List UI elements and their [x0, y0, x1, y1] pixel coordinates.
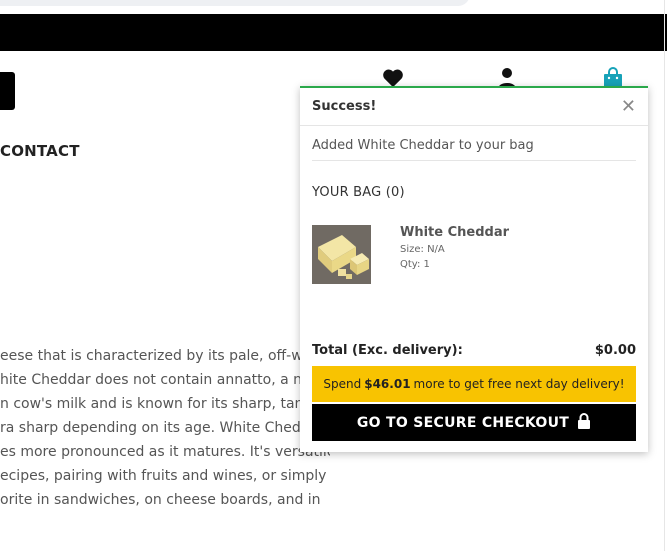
- description-line: n cow's milk and is known for its sharp,…: [0, 396, 313, 412]
- nav-link-contact[interactable]: CONTACT: [0, 142, 80, 160]
- spend-amount: $46.01: [364, 377, 411, 391]
- total-label: Total (Exc. delivery):: [312, 343, 463, 358]
- page-scrollbar[interactable]: [664, 0, 665, 551]
- item-name[interactable]: White Cheddar: [400, 225, 509, 240]
- cart-popup: Success! ✕ Added White Cheddar to your b…: [300, 86, 648, 452]
- close-icon[interactable]: ✕: [621, 97, 636, 116]
- description-line: es more pronounced as it matures. It's v…: [0, 444, 330, 460]
- checkout-label: GO TO SECURE CHECKOUT: [356, 414, 570, 431]
- spend-suffix: more to get free next day delivery!: [413, 377, 625, 391]
- product-thumbnail[interactable]: [312, 225, 371, 284]
- added-message: Added White Cheddar to your bag: [312, 138, 636, 161]
- total-row: Total (Exc. delivery): $0.00: [312, 343, 636, 358]
- item-qty: Qty: 1: [400, 259, 430, 270]
- description-line: orite in sandwiches, on cheese boards, a…: [0, 492, 321, 508]
- bag-heading: YOUR BAG (0): [312, 185, 405, 200]
- description-line: hite Cheddar does not contain annatto, a…: [0, 372, 317, 388]
- popup-header: Success! ✕: [300, 88, 648, 126]
- description-line: ecipes, pairing with fruits and wines, o…: [0, 468, 327, 484]
- page: CONTACT eese that is characterized by it…: [0, 0, 667, 551]
- logo[interactable]: [0, 72, 15, 110]
- top-banner: [0, 14, 667, 51]
- bag-item: White Cheddar Size: N/A Qty: 1: [312, 225, 636, 284]
- top-search-bar[interactable]: [0, 0, 470, 6]
- free-delivery-banner: Spend $46.01 more to get free next day d…: [312, 366, 636, 402]
- lock-icon: [577, 412, 591, 433]
- product-description: eese that is characterized by its pale, …: [0, 344, 330, 512]
- description-line: ra sharp depending on its age. White Che…: [0, 420, 310, 436]
- spend-prefix: Spend: [323, 377, 362, 391]
- secure-checkout-button[interactable]: GO TO SECURE CHECKOUT: [312, 404, 636, 441]
- popup-title: Success!: [312, 99, 377, 114]
- description-line: eese that is characterized by its pale, …: [0, 348, 312, 364]
- item-size: Size: N/A: [400, 244, 445, 255]
- total-value: $0.00: [594, 343, 636, 358]
- item-info: White Cheddar Size: N/A Qty: 1: [400, 225, 509, 284]
